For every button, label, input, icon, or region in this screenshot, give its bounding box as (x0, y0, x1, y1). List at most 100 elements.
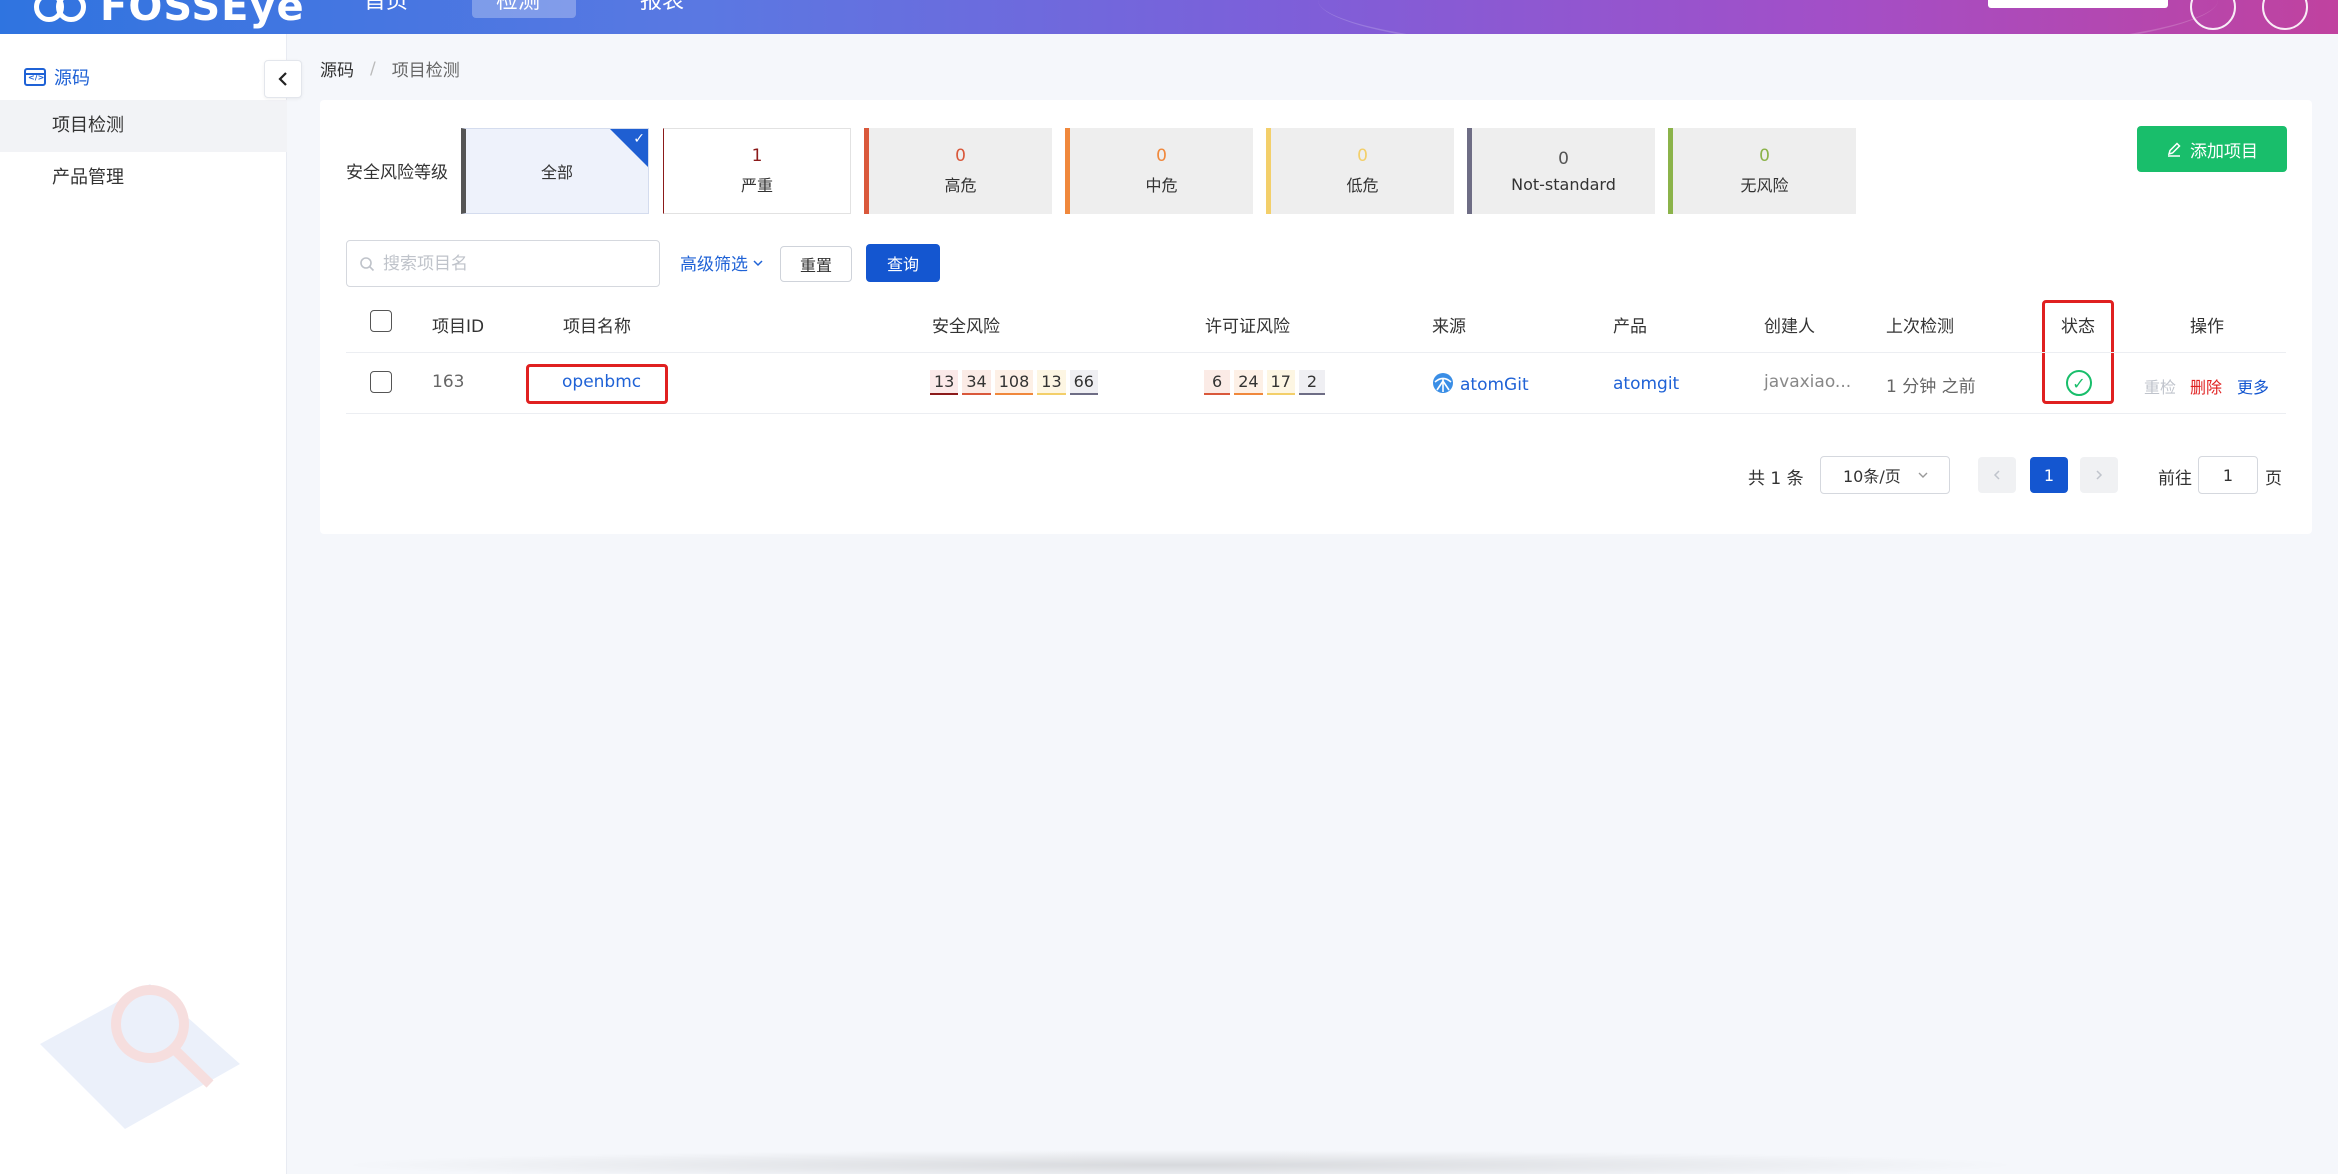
breadcrumb-item-source[interactable]: 源码 (320, 56, 354, 81)
project-search-field[interactable] (346, 240, 660, 287)
risk-tile-count: 0 (1759, 146, 1770, 166)
risk-tile-low[interactable]: 0 低危 (1266, 128, 1454, 214)
goto-page-input[interactable] (2198, 456, 2258, 494)
risk-tile-label: 中危 (1145, 176, 1178, 195)
top-header: FOSSEye 首页 检测 报表 (0, 0, 2338, 34)
license-risk-high: 6 (1204, 370, 1231, 395)
atomgit-icon (1433, 373, 1453, 393)
risk-tile-count: 0 (1357, 146, 1368, 166)
page-suffix-label: 页 (2265, 469, 2282, 489)
column-header-id: 项目ID (432, 317, 485, 337)
column-header-license-risk: 许可证风险 (1205, 317, 1290, 337)
risk-tile-label: Not-standard (1511, 174, 1616, 194)
sidebar-item-product-manage[interactable]: 产品管理 (0, 152, 287, 204)
check-icon: ✓ (633, 131, 645, 147)
add-project-button[interactable]: 添加项目 (2137, 126, 2287, 172)
security-risk-medium: 108 (994, 370, 1034, 395)
risk-tile-all[interactable]: 全部 ✓ (461, 128, 649, 214)
add-project-label: 添加项目 (2190, 141, 2258, 162)
top-search-input[interactable] (1988, 0, 2168, 8)
risk-tile-no-risk[interactable]: 0 无风险 (1668, 128, 1856, 214)
page-size-select[interactable]: 10条/页 (1820, 456, 1950, 494)
risk-tile-count: 0 (1558, 148, 1569, 169)
project-search-input[interactable] (383, 253, 653, 274)
logo-icon (34, 0, 90, 24)
breadcrumb-item-current: 项目检测 (391, 61, 460, 81)
edit-icon (2167, 142, 2181, 157)
page-number-current[interactable]: 1 (2030, 457, 2068, 493)
row-creator: javaxiao... (1764, 372, 1852, 392)
app-name: FOSSEye (100, 0, 305, 30)
sidebar-section-source[interactable]: 源码 (24, 64, 90, 90)
recheck-button[interactable]: 重检 (2144, 374, 2176, 398)
table-header-divider (346, 352, 2286, 353)
reset-button[interactable]: 重置 (780, 246, 852, 282)
query-button[interactable]: 查询 (866, 244, 940, 282)
security-risk-low: 13 (1037, 370, 1066, 395)
risk-tile-count: 0 (955, 146, 966, 166)
more-button[interactable]: 更多 (2237, 374, 2269, 398)
column-header-creator: 创建人 (1764, 317, 1815, 337)
license-risk-medium: 24 (1234, 370, 1263, 395)
chevron-down-icon (1918, 472, 1928, 478)
app-logo[interactable]: FOSSEye (34, 0, 305, 30)
risk-tile-count: 1 (751, 146, 763, 166)
risk-tile-critical[interactable]: 1 严重 (663, 128, 851, 214)
advanced-filter-label: 高级筛选 (680, 255, 748, 275)
column-header-actions: 操作 (2190, 317, 2224, 337)
row-product-link[interactable]: atomgit (1613, 374, 1679, 394)
column-header-product: 产品 (1613, 317, 1647, 337)
risk-tile-not-standard[interactable]: 0 Not-standard (1467, 128, 1655, 214)
prev-page-button[interactable] (1978, 457, 2016, 493)
sidebar-item-project-scan[interactable]: 项目检测 (0, 100, 287, 152)
sidebar-illustration (40, 984, 240, 1129)
column-header-security-risk: 安全风险 (932, 317, 1000, 337)
sidebar: 源码 项目检测 产品管理 (0, 34, 287, 1174)
row-checkbox[interactable] (370, 371, 392, 393)
advanced-filter-toggle[interactable]: 高级筛选 (680, 250, 764, 275)
row-project-id: 163 (432, 372, 465, 392)
code-icon (24, 68, 46, 86)
row-source[interactable]: atomGit (1432, 372, 1529, 395)
breadcrumb: 源码 / 项目检测 (320, 56, 460, 82)
security-risk-not-standard: 66 (1069, 370, 1098, 395)
risk-tile-count: 0 (1156, 146, 1167, 166)
security-risk-high: 34 (962, 370, 991, 395)
notification-icon[interactable] (2190, 0, 2236, 30)
select-all-checkbox[interactable] (370, 310, 392, 332)
delete-button[interactable]: 删除 (2190, 374, 2222, 398)
risk-tile-label: 严重 (740, 176, 773, 195)
next-page-button[interactable] (2080, 457, 2118, 493)
bottom-shadow (330, 1150, 2030, 1174)
risk-level-label: 安全风险等级 (346, 163, 448, 183)
security-risk-critical: 13 (930, 370, 959, 395)
risk-tile-high[interactable]: 0 高危 (864, 128, 1052, 214)
row-last-check: 1 分钟 之前 (1886, 377, 1976, 397)
license-risk-not-standard: 2 (1298, 370, 1326, 395)
risk-tile-label: 高危 (944, 176, 977, 195)
status-success-icon: ✓ (2066, 370, 2092, 396)
risk-tile-label: 全部 (540, 163, 573, 182)
risk-tile-label: 低危 (1346, 176, 1379, 195)
top-nav-item-detect[interactable]: 检测 (472, 0, 577, 18)
chevron-right-icon (2096, 470, 2103, 480)
goto-label: 前往 (2158, 469, 2192, 489)
top-nav: 首页 检测 报表 (340, 0, 708, 18)
row-project-name-link[interactable]: openbmc (562, 372, 641, 392)
search-icon (360, 256, 375, 271)
project-list-card: 安全风险等级 全部 ✓ 1 严重 0 高危 0 中危 0 低危 0 Not-st… (320, 100, 2312, 534)
sidebar-collapse-button[interactable] (264, 60, 302, 98)
sidebar-section-label: 源码 (54, 68, 90, 89)
chevron-left-icon (278, 72, 287, 86)
breadcrumb-separator: / (370, 58, 376, 79)
license-risk-low: 17 (1266, 370, 1295, 395)
top-nav-item-report[interactable]: 报表 (616, 0, 708, 18)
page-size-value: 10条/页 (1843, 467, 1901, 486)
chevron-left-icon (1993, 470, 2000, 480)
security-risk-chips: 13 34 108 13 66 (930, 370, 1102, 395)
column-header-name: 项目名称 (563, 317, 631, 337)
column-header-last-check: 上次检测 (1886, 317, 1954, 337)
top-nav-item-home[interactable]: 首页 (340, 0, 432, 18)
user-avatar[interactable] (2262, 0, 2308, 30)
risk-tile-medium[interactable]: 0 中危 (1065, 128, 1253, 214)
